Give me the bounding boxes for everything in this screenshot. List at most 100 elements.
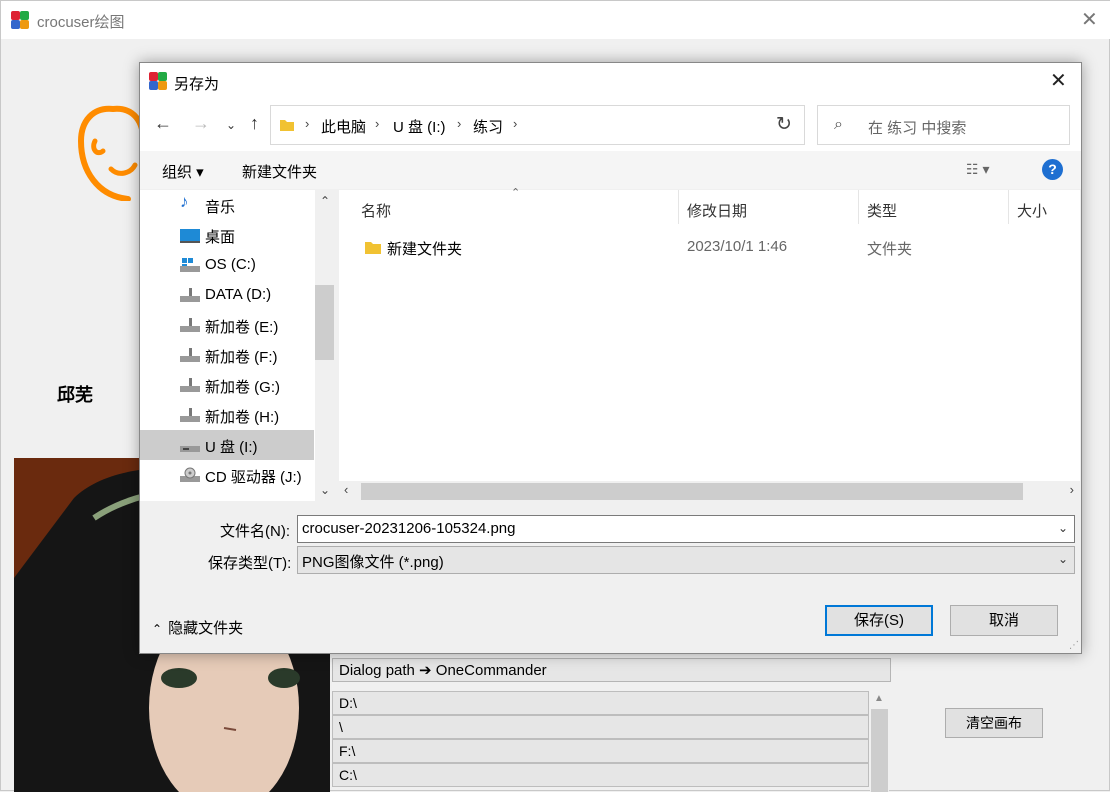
scroll-up-icon[interactable]: ▲ <box>874 693 884 704</box>
path-item[interactable]: \ <box>332 715 869 739</box>
filename-value: crocuser-20231206-105324.png <box>302 520 516 537</box>
save-button[interactable]: 保存(S) <box>825 605 933 636</box>
desktop-icon <box>180 227 200 243</box>
hscroll-thumb[interactable] <box>361 483 1023 500</box>
nav-item-label: CD 驱动器 (J:) <box>205 469 302 486</box>
nav-item-label: 新加卷 (H:) <box>205 409 280 426</box>
folder-icon <box>365 242 381 254</box>
nav-item-desktop[interactable]: 桌面 <box>140 220 314 250</box>
refresh-icon[interactable]: ↻ <box>764 105 805 145</box>
clear-canvas-button[interactable]: 清空画布 <box>945 708 1043 738</box>
os-drive-icon <box>180 257 200 273</box>
nav-item-os-c[interactable]: OS (C:) <box>140 250 314 280</box>
breadcrumb-separator-icon: › <box>375 116 380 131</box>
save-as-dialog: 另存为 ✕ ← → ⌄ ↑ › 此电脑 › U 盘 (I:) › 练习 › ⌄ … <box>139 62 1082 654</box>
scroll-thumb[interactable] <box>871 709 888 792</box>
nav-pane-scroll-thumb[interactable] <box>315 285 334 360</box>
hide-folders-label: 隐藏文件夹 <box>168 620 244 637</box>
column-divider[interactable] <box>1008 190 1009 224</box>
nav-item-label: 新加卷 (G:) <box>205 379 280 396</box>
nav-item-volume-h[interactable]: 新加卷 (H:) <box>140 400 314 430</box>
forward-icon[interactable]: → <box>192 113 210 134</box>
app-icon <box>11 11 29 29</box>
path-item[interactable]: C:\ <box>332 763 869 787</box>
column-header-type[interactable]: 类型 <box>867 200 897 221</box>
nav-item-volume-f[interactable]: 新加卷 (F:) <box>140 340 314 370</box>
navigation-bar: ← → ⌄ ↑ › 此电脑 › U 盘 (I:) › 练习 › ⌄ ↻ ⌕ 在 … <box>140 99 1081 151</box>
hide-folders-toggle[interactable]: ⌃ 隐藏文件夹 <box>152 617 243 638</box>
breadcrumb-separator-icon: › <box>305 116 310 131</box>
cd-drive-icon <box>180 467 200 483</box>
address-bar[interactable]: › 此电脑 › U 盘 (I:) › 练习 › ⌄ <box>270 105 875 145</box>
file-type: 文件夹 <box>867 241 913 258</box>
file-list-hscrollbar[interactable]: ‹ › <box>339 481 1080 501</box>
nav-item-usb-i[interactable]: U 盘 (I:) <box>140 430 314 460</box>
path-item[interactable]: F:\ <box>332 739 869 763</box>
navigation-pane: ♪ 音乐 桌面 OS (C:) DATA (D:) 新加卷 (E:) 新加卷 (… <box>140 190 336 501</box>
scroll-left-icon[interactable]: ‹ <box>344 482 348 497</box>
up-icon[interactable]: ↑ <box>250 113 259 134</box>
scroll-down-icon[interactable]: ⌄ <box>320 483 330 497</box>
nav-item-volume-g[interactable]: 新加卷 (G:) <box>140 370 314 400</box>
dialog-title-bar: 另存为 ✕ <box>140 63 1081 99</box>
scroll-up-icon[interactable]: ⌃ <box>320 194 330 208</box>
filetype-value: PNG图像文件 (*.png) <box>302 554 444 571</box>
chevron-down-icon[interactable]: ⌄ <box>1058 521 1068 535</box>
dialog-toolbar: 组织 ▾ 新建文件夹 ☷ ▾ ? <box>140 151 1081 189</box>
drive-icon <box>180 377 200 393</box>
breadcrumb-usb-drive[interactable]: U 盘 (I:) <box>393 116 446 137</box>
filetype-select[interactable]: PNG图像文件 (*.png) ⌄ <box>297 546 1075 574</box>
dialog-title: 另存为 <box>174 76 220 93</box>
dialog-close-icon[interactable]: ✕ <box>1050 71 1067 91</box>
path-item[interactable]: D:\ <box>332 691 869 715</box>
nav-item-cd-j[interactable]: CD 驱动器 (J:) <box>140 460 314 490</box>
drive-icon <box>180 347 200 363</box>
search-placeholder: 在 练习 中搜索 <box>868 120 967 137</box>
column-header-name[interactable]: 名称 <box>361 200 391 221</box>
column-header-date[interactable]: 修改日期 <box>687 200 747 221</box>
recent-locations-icon[interactable]: ⌄ <box>226 118 236 132</box>
sort-ascending-icon: ⌃ <box>511 187 521 199</box>
author-label: 邱芜 <box>57 385 93 406</box>
search-box[interactable]: ⌕ 在 练习 中搜索 <box>817 105 1070 145</box>
main-close-icon[interactable]: ✕ <box>1081 10 1098 30</box>
column-divider[interactable] <box>858 190 859 224</box>
app-icon <box>149 72 167 90</box>
nav-item-label: 音乐 <box>205 199 236 216</box>
organize-menu[interactable]: 组织 ▾ <box>162 161 204 182</box>
breadcrumb-this-pc[interactable]: 此电脑 <box>321 116 366 137</box>
file-date: 2023/10/1 1:46 <box>687 238 788 255</box>
nav-item-label: 桌面 <box>205 229 236 246</box>
scroll-right-icon[interactable]: › <box>1070 482 1074 497</box>
help-icon[interactable]: ? <box>1042 159 1063 180</box>
path-list-scrollbar[interactable]: ▲ <box>870 691 889 792</box>
resize-grip-icon[interactable]: ⋰ <box>1069 640 1079 651</box>
breadcrumb-practice[interactable]: 练习 <box>473 116 503 137</box>
cancel-button[interactable]: 取消 <box>950 605 1058 636</box>
main-window-title: crocuser绘图 <box>37 14 125 31</box>
nav-item-volume-e[interactable]: 新加卷 (E:) <box>140 310 314 340</box>
music-icon: ♪ <box>180 192 189 211</box>
chevron-up-icon: ⌃ <box>152 622 163 636</box>
folder-icon <box>280 120 294 131</box>
back-icon[interactable]: ← <box>154 113 172 134</box>
column-header-size[interactable]: 大小 <box>1017 200 1047 221</box>
nav-item-music[interactable]: ♪ 音乐 <box>140 190 314 220</box>
nav-item-label: OS (C:) <box>205 256 256 273</box>
nav-item-label: 新加卷 (F:) <box>205 349 278 366</box>
nav-item-label: U 盘 (I:) <box>205 439 258 456</box>
path-list: D:\ \ F:\ C:\ ▲ <box>332 691 891 792</box>
new-folder-button[interactable]: 新建文件夹 <box>242 161 317 182</box>
filename-input[interactable]: crocuser-20231206-105324.png ⌄ <box>297 515 1075 543</box>
filetype-label: 保存类型(T): <box>208 555 292 572</box>
usb-drive-icon <box>180 437 200 453</box>
filename-label: 文件名(N): <box>220 523 290 540</box>
drive-icon <box>180 407 200 423</box>
column-divider[interactable] <box>678 190 679 224</box>
nav-item-data-d[interactable]: DATA (D:) <box>140 280 314 310</box>
dialog-path-label: Dialog path ➔ OneCommander <box>332 658 891 682</box>
chevron-down-icon[interactable]: ⌄ <box>1058 552 1068 566</box>
main-title-bar: crocuser绘图 ✕ <box>1 1 1110 39</box>
view-options-icon[interactable]: ☷ ▾ <box>966 161 989 178</box>
breadcrumb-separator-icon: › <box>513 116 518 131</box>
